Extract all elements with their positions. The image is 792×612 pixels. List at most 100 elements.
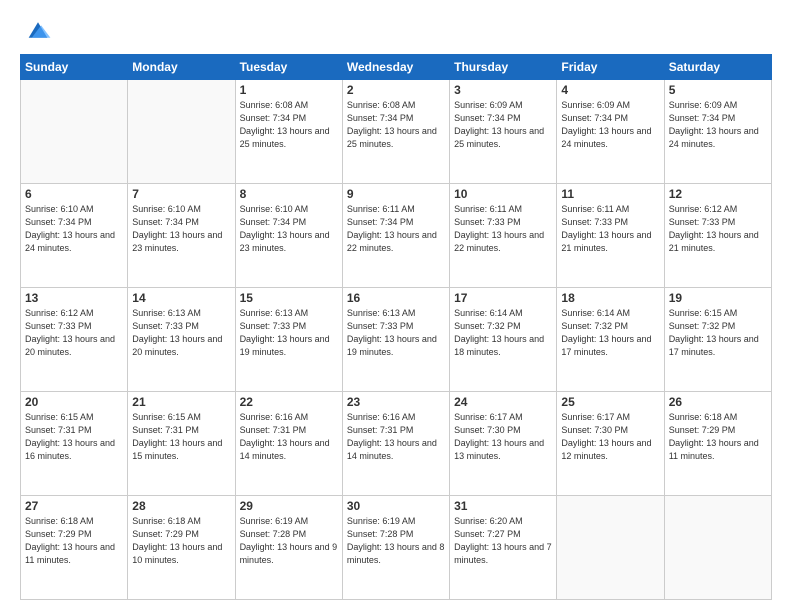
day-info: Sunrise: 6:15 AM Sunset: 7:31 PM Dayligh… [132,411,230,463]
day-number: 8 [240,187,338,201]
day-number: 13 [25,291,123,305]
day-number: 1 [240,83,338,97]
day-info: Sunrise: 6:13 AM Sunset: 7:33 PM Dayligh… [240,307,338,359]
day-info: Sunrise: 6:08 AM Sunset: 7:34 PM Dayligh… [347,99,445,151]
day-number: 24 [454,395,552,409]
weekday-header: Thursday [450,55,557,80]
calendar-cell: 2 Sunrise: 6:08 AM Sunset: 7:34 PM Daylig… [342,80,449,184]
calendar-week-row: 6 Sunrise: 6:10 AM Sunset: 7:34 PM Daylig… [21,184,772,288]
day-number: 5 [669,83,767,97]
calendar-week-row: 1 Sunrise: 6:08 AM Sunset: 7:34 PM Daylig… [21,80,772,184]
day-info: Sunrise: 6:09 AM Sunset: 7:34 PM Dayligh… [561,99,659,151]
day-number: 2 [347,83,445,97]
day-info: Sunrise: 6:17 AM Sunset: 7:30 PM Dayligh… [454,411,552,463]
day-number: 30 [347,499,445,513]
day-number: 20 [25,395,123,409]
day-number: 10 [454,187,552,201]
calendar-cell: 7Sunrise: 6:10 AM Sunset: 7:34 PM Daylig… [128,184,235,288]
calendar-cell [557,496,664,600]
day-number: 11 [561,187,659,201]
day-info: Sunrise: 6:18 AM Sunset: 7:29 PM Dayligh… [25,515,123,567]
day-number: 4 [561,83,659,97]
logo-icon [24,16,52,44]
day-info: Sunrise: 6:08 AM Sunset: 7:34 PM Dayligh… [240,99,338,151]
weekday-header: Friday [557,55,664,80]
calendar-cell: 17 Sunrise: 6:14 AM Sunset: 7:32 PM Dayli… [450,288,557,392]
calendar-cell: 13 Sunrise: 6:12 AM Sunset: 7:33 PM Dayli… [21,288,128,392]
calendar-cell: 15Sunrise: 6:13 AM Sunset: 7:33 PM Dayli… [235,288,342,392]
weekday-header: Sunday [21,55,128,80]
day-info: Sunrise: 6:16 AM Sunset: 7:31 PM Dayligh… [347,411,445,463]
page: SundayMondayTuesdayWednesdayThursdayFrid… [0,0,792,612]
day-number: 23 [347,395,445,409]
calendar-cell: 8 Sunrise: 6:10 AM Sunset: 7:34 PM Daylig… [235,184,342,288]
calendar-cell: 18 Sunrise: 6:14 AM Sunset: 7:32 PM Dayli… [557,288,664,392]
calendar-cell [128,80,235,184]
day-info: Sunrise: 6:19 AM Sunset: 7:28 PM Dayligh… [347,515,445,567]
day-info: Sunrise: 6:09 AM Sunset: 7:34 PM Dayligh… [454,99,552,151]
calendar-week-row: 20 Sunrise: 6:15 AM Sunset: 7:31 PM Dayli… [21,392,772,496]
day-number: 14 [132,291,230,305]
calendar-cell: 11Sunrise: 6:11 AM Sunset: 7:33 PM Dayli… [557,184,664,288]
day-number: 27 [25,499,123,513]
day-number: 9 [347,187,445,201]
calendar-week-row: 13 Sunrise: 6:12 AM Sunset: 7:33 PM Dayli… [21,288,772,392]
day-info: Sunrise: 6:16 AM Sunset: 7:31 PM Dayligh… [240,411,338,463]
calendar-cell: 28Sunrise: 6:18 AM Sunset: 7:29 PM Dayli… [128,496,235,600]
calendar-cell: 26 Sunrise: 6:18 AM Sunset: 7:29 PM Dayli… [664,392,771,496]
calendar-cell: 4 Sunrise: 6:09 AM Sunset: 7:34 PM Daylig… [557,80,664,184]
day-number: 17 [454,291,552,305]
day-number: 31 [454,499,552,513]
day-info: Sunrise: 6:14 AM Sunset: 7:32 PM Dayligh… [454,307,552,359]
day-info: Sunrise: 6:15 AM Sunset: 7:31 PM Dayligh… [25,411,123,463]
day-number: 6 [25,187,123,201]
weekday-header: Monday [128,55,235,80]
calendar-cell: 21 Sunrise: 6:15 AM Sunset: 7:31 PM Dayli… [128,392,235,496]
calendar-cell [21,80,128,184]
day-number: 19 [669,291,767,305]
calendar-header-row: SundayMondayTuesdayWednesdayThursdayFrid… [21,55,772,80]
day-info: Sunrise: 6:17 AM Sunset: 7:30 PM Dayligh… [561,411,659,463]
calendar-cell: 3 Sunrise: 6:09 AM Sunset: 7:34 PM Daylig… [450,80,557,184]
day-info: Sunrise: 6:11 AM Sunset: 7:34 PM Dayligh… [347,203,445,255]
weekday-header: Tuesday [235,55,342,80]
calendar-cell: 22 Sunrise: 6:16 AM Sunset: 7:31 PM Dayli… [235,392,342,496]
day-info: Sunrise: 6:13 AM Sunset: 7:33 PM Dayligh… [347,307,445,359]
day-number: 22 [240,395,338,409]
calendar-cell: 9 Sunrise: 6:11 AM Sunset: 7:34 PM Daylig… [342,184,449,288]
weekday-header: Saturday [664,55,771,80]
day-info: Sunrise: 6:20 AM Sunset: 7:27 PM Dayligh… [454,515,552,567]
calendar-cell: 19 Sunrise: 6:15 AM Sunset: 7:32 PM Dayli… [664,288,771,392]
calendar-cell: 27 Sunrise: 6:18 AM Sunset: 7:29 PM Dayli… [21,496,128,600]
day-info: Sunrise: 6:14 AM Sunset: 7:32 PM Dayligh… [561,307,659,359]
day-number: 16 [347,291,445,305]
calendar-cell: 16 Sunrise: 6:13 AM Sunset: 7:33 PM Dayli… [342,288,449,392]
day-info: Sunrise: 6:12 AM Sunset: 7:33 PM Dayligh… [25,307,123,359]
calendar-cell: 12 Sunrise: 6:12 AM Sunset: 7:33 PM Dayli… [664,184,771,288]
day-info: Sunrise: 6:18 AM Sunset: 7:29 PM Dayligh… [132,515,230,567]
calendar-cell: 29Sunrise: 6:19 AM Sunset: 7:28 PM Dayli… [235,496,342,600]
day-number: 7 [132,187,230,201]
day-info: Sunrise: 6:18 AM Sunset: 7:29 PM Dayligh… [669,411,767,463]
day-number: 25 [561,395,659,409]
day-info: Sunrise: 6:10 AM Sunset: 7:34 PM Dayligh… [25,203,123,255]
calendar-cell: 24 Sunrise: 6:17 AM Sunset: 7:30 PM Dayli… [450,392,557,496]
calendar-cell: 6 Sunrise: 6:10 AM Sunset: 7:34 PM Daylig… [21,184,128,288]
header [20,16,772,44]
calendar-cell: 20 Sunrise: 6:15 AM Sunset: 7:31 PM Dayli… [21,392,128,496]
calendar-cell: 31 Sunrise: 6:20 AM Sunset: 7:27 PM Dayli… [450,496,557,600]
day-info: Sunrise: 6:10 AM Sunset: 7:34 PM Dayligh… [240,203,338,255]
day-info: Sunrise: 6:12 AM Sunset: 7:33 PM Dayligh… [669,203,767,255]
day-number: 26 [669,395,767,409]
calendar-cell: 14Sunrise: 6:13 AM Sunset: 7:33 PM Dayli… [128,288,235,392]
calendar-cell: 1 Sunrise: 6:08 AM Sunset: 7:34 PM Daylig… [235,80,342,184]
calendar-cell: 5Sunrise: 6:09 AM Sunset: 7:34 PM Daylig… [664,80,771,184]
calendar-cell: 23 Sunrise: 6:16 AM Sunset: 7:31 PM Dayli… [342,392,449,496]
day-number: 3 [454,83,552,97]
day-number: 12 [669,187,767,201]
calendar-cell [664,496,771,600]
day-number: 18 [561,291,659,305]
day-number: 21 [132,395,230,409]
logo [20,16,52,44]
day-info: Sunrise: 6:15 AM Sunset: 7:32 PM Dayligh… [669,307,767,359]
